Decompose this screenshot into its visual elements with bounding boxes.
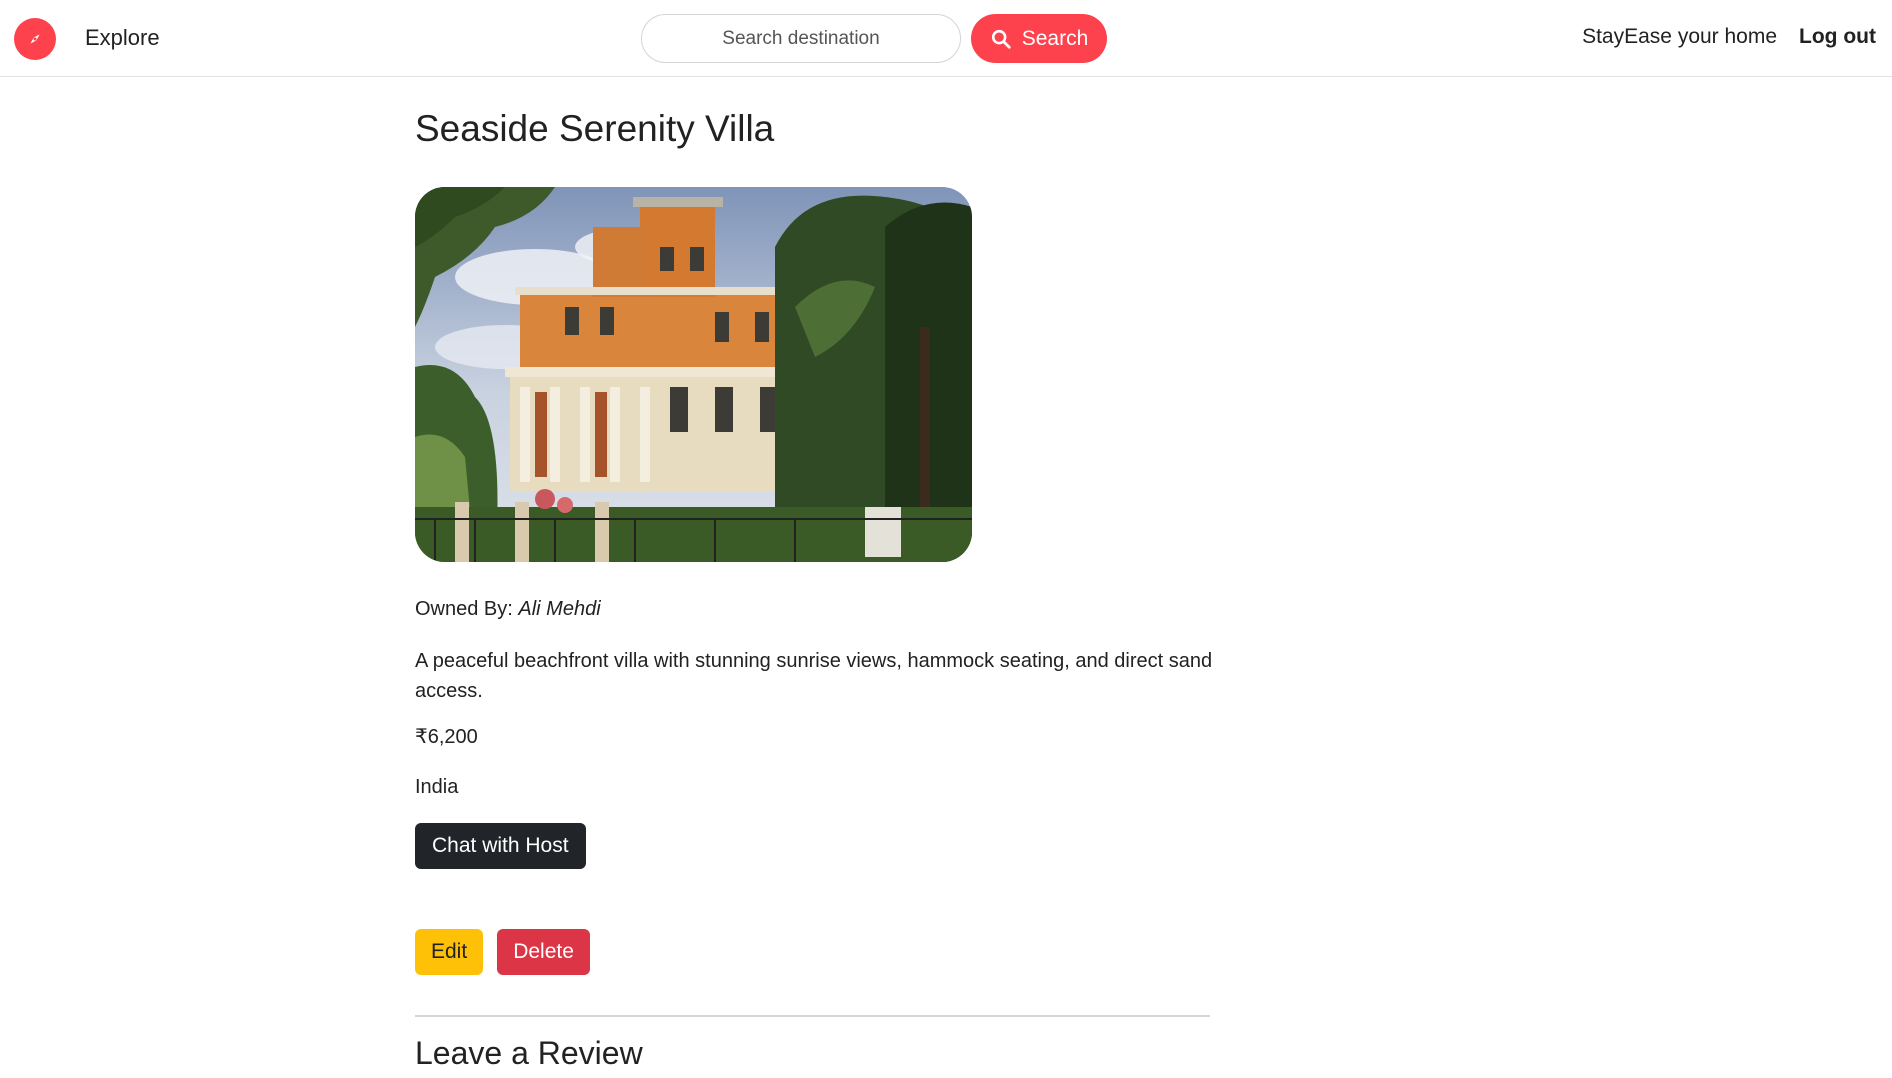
edit-button[interactable]: Edit bbox=[415, 929, 484, 975]
host-home-link[interactable]: StayEase your home bbox=[1582, 25, 1777, 49]
compass-icon[interactable] bbox=[14, 18, 56, 60]
listing-image bbox=[415, 187, 972, 562]
nav-right: StayEase your home Log out bbox=[1582, 25, 1876, 49]
owner-line: Owned By: Ali Mehdi bbox=[415, 596, 1210, 622]
delete-button[interactable]: Delete bbox=[497, 929, 590, 975]
listing-title: Seaside Serenity Villa bbox=[415, 108, 775, 149]
listing-detail: Seaside Serenity Villa Owned By: Ali Meh… bbox=[415, 77, 1212, 1073]
compass-needle bbox=[30, 34, 40, 44]
search-input[interactable] bbox=[641, 14, 961, 63]
logout-link[interactable]: Log out bbox=[1799, 25, 1876, 49]
search-button[interactable]: Search bbox=[971, 14, 1107, 63]
search-bar: Search bbox=[641, 14, 1107, 63]
divider bbox=[415, 1015, 1210, 1017]
owner-prefix: Owned By: bbox=[415, 598, 513, 620]
nav-explore-link[interactable]: Explore bbox=[85, 25, 160, 51]
listing-country: India bbox=[415, 776, 459, 798]
chat-with-host-button[interactable]: Chat with Host bbox=[415, 823, 586, 869]
owner-name: Ali Mehdi bbox=[518, 598, 601, 620]
listing-description: A peaceful beachfront villa with stunnin… bbox=[415, 650, 1213, 702]
search-button-label: Search bbox=[1021, 26, 1089, 50]
listing-price: ₹6,200 bbox=[415, 726, 478, 748]
navbar: Explore Search StayEase your home Log ou… bbox=[0, 0, 1892, 77]
villa-photo bbox=[415, 187, 972, 562]
search-icon bbox=[991, 29, 1011, 49]
owner-actions: Edit Delete bbox=[415, 929, 1210, 975]
review-heading: Leave a Review bbox=[415, 1035, 643, 1071]
